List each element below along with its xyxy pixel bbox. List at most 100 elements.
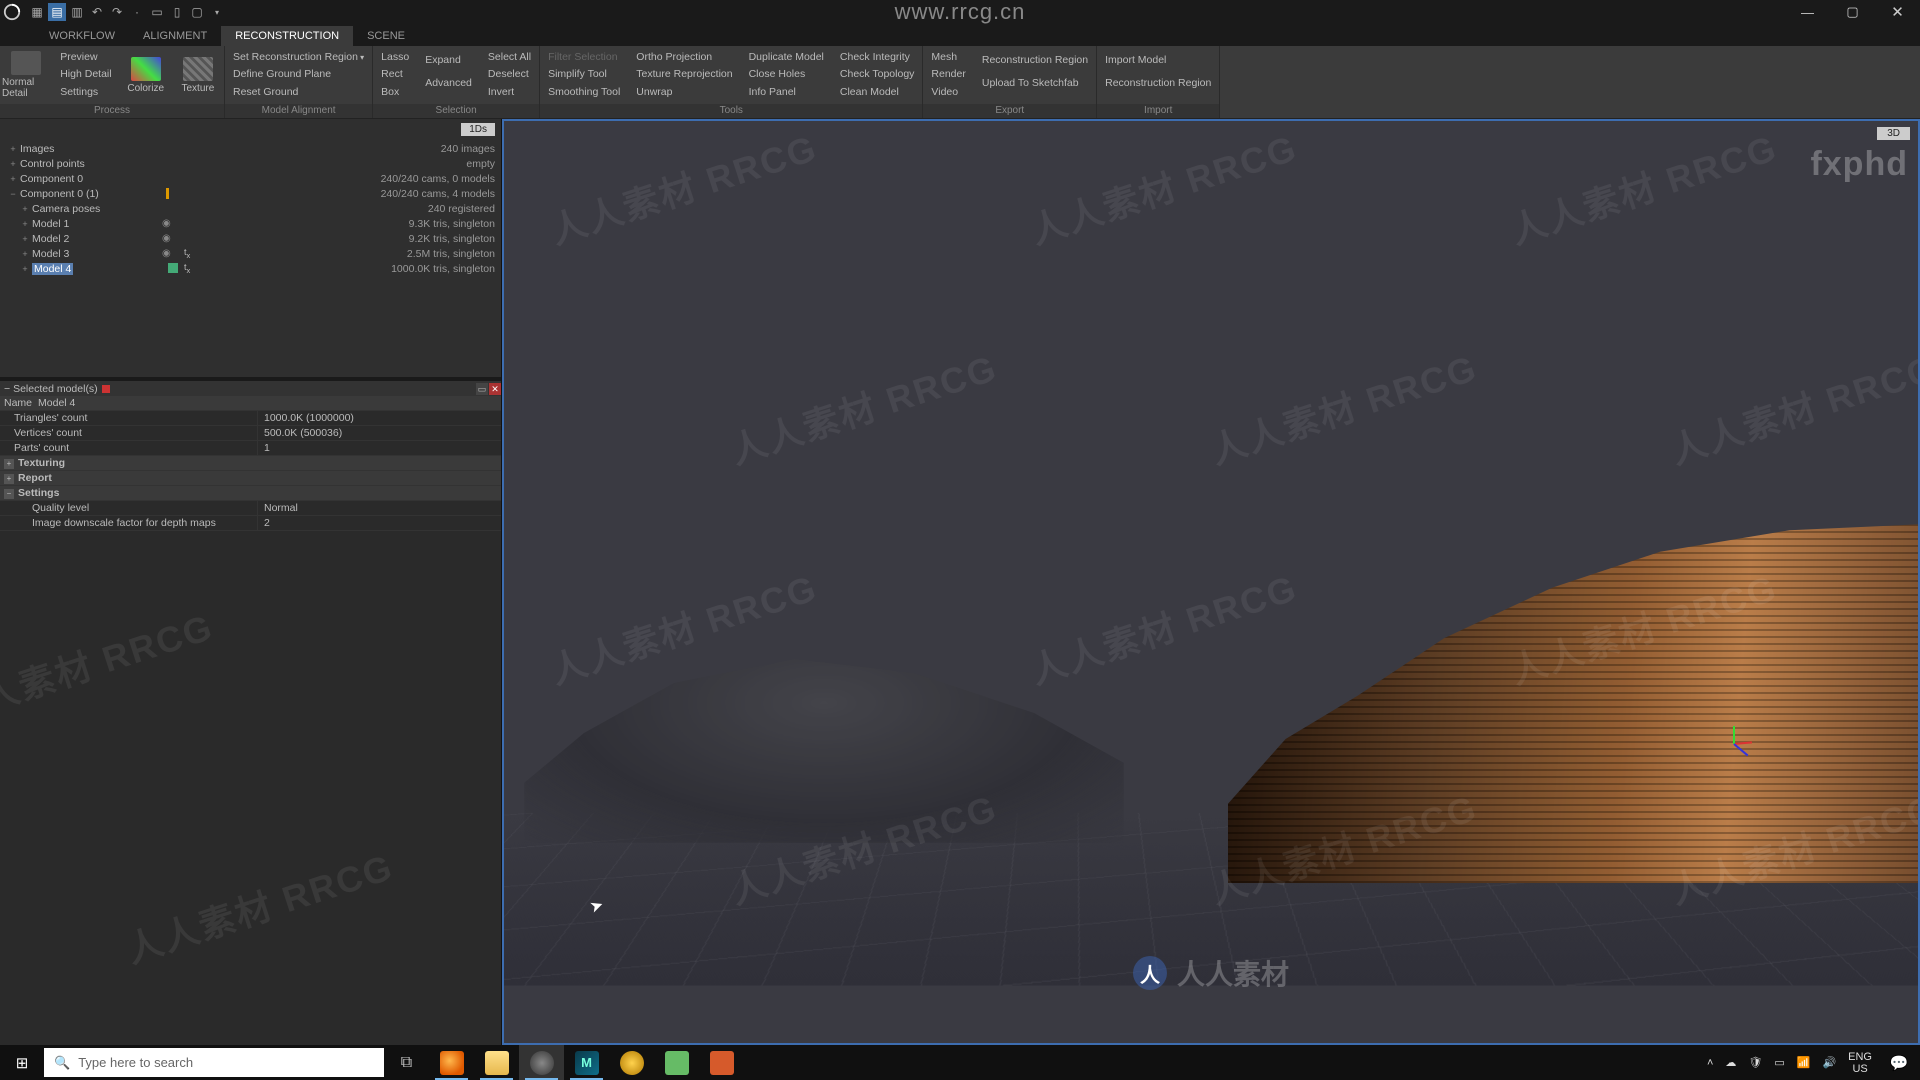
taskbar-firefox[interactable] xyxy=(429,1045,474,1080)
tray-language[interactable]: ENGUS xyxy=(1848,1051,1872,1075)
colorize-button[interactable]: Colorize xyxy=(120,46,172,104)
tray-shield-icon[interactable]: 🛡 xyxy=(1748,1056,1762,1069)
import-model-button[interactable]: Import Model xyxy=(1105,52,1211,69)
smoothing-tool-button[interactable]: Smoothing Tool xyxy=(548,84,620,101)
qat-layout-2[interactable]: ▯ xyxy=(168,3,186,21)
group-import-label: Import xyxy=(1097,104,1219,118)
settings-button[interactable]: Settings xyxy=(60,84,111,101)
qat-btn-2[interactable]: ▤ xyxy=(48,3,66,21)
qat-sep: · xyxy=(128,3,146,21)
export-mesh-button[interactable]: Mesh xyxy=(931,49,965,66)
define-ground-button[interactable]: Define Ground Plane xyxy=(233,66,364,83)
search-box[interactable]: 🔍 Type here to search xyxy=(44,1048,384,1077)
report-section[interactable]: +Report xyxy=(0,471,501,486)
task-view-button[interactable]: ⧉ xyxy=(384,1045,429,1080)
export-video-button[interactable]: Video xyxy=(931,84,965,101)
high-detail-button[interactable]: High Detail xyxy=(60,66,111,83)
eye-icon[interactable]: ◉ xyxy=(162,248,171,259)
check-integrity-button[interactable]: Check Integrity xyxy=(840,49,915,66)
quality-level-row[interactable]: Quality levelNormal xyxy=(0,501,501,516)
taskbar-maya[interactable]: M xyxy=(564,1045,609,1080)
close-button[interactable]: ✕ xyxy=(1875,0,1920,24)
qat-btn-3[interactable]: ▥ xyxy=(68,3,86,21)
info-panel-button[interactable]: Info Panel xyxy=(749,84,824,101)
tree-panel: 1Ds +Images240 images +Control pointsemp… xyxy=(0,119,501,377)
qat-redo-icon[interactable]: ↷ xyxy=(108,3,126,21)
tree-component01[interactable]: −Component 0 (1)240/240 cams, 4 models xyxy=(8,186,495,201)
upload-sketchfab-button[interactable]: Upload To Sketchfab xyxy=(982,75,1088,92)
tray-notifications-icon[interactable]: 💬 xyxy=(1884,1045,1914,1080)
group-tools-label: Tools xyxy=(540,104,922,118)
tree-model4[interactable]: +Model 4tx1000.0K tris, singleton xyxy=(8,261,495,276)
taskbar-app7[interactable] xyxy=(699,1045,744,1080)
settings-section[interactable]: −Settings xyxy=(0,486,501,501)
tab-workflow[interactable]: WORKFLOW xyxy=(35,26,129,46)
export-render-button[interactable]: Render xyxy=(931,66,965,83)
downscale-row[interactable]: Image downscale factor for depth maps2 xyxy=(0,516,501,531)
normal-detail-button[interactable]: Normal Detail xyxy=(0,46,52,104)
system-tray: ˄ ☁ 🛡 ▭ 📶 🔊 ENGUS 💬 xyxy=(1707,1045,1920,1080)
tab-reconstruction[interactable]: RECONSTRUCTION xyxy=(221,26,353,46)
filter-selection-button[interactable]: Filter Selection xyxy=(548,49,620,66)
eye-icon[interactable]: ◉ xyxy=(162,233,171,244)
preview-button[interactable]: Preview xyxy=(60,49,111,66)
texture-button[interactable]: Texture xyxy=(172,46,224,104)
reset-ground-button[interactable]: Reset Ground xyxy=(233,84,364,101)
3d-viewport[interactable]: 3D fxphd ➤ 人人素材 RRCG 人人素材 RRCG 人人素材 RRCG… xyxy=(502,119,1920,1045)
qat-undo-icon[interactable]: ↶ xyxy=(88,3,106,21)
close-holes-button[interactable]: Close Holes xyxy=(749,66,824,83)
rect-button[interactable]: Rect xyxy=(381,66,409,83)
tray-volume-icon[interactable]: 🔊 xyxy=(1822,1056,1836,1069)
qat-layout-3[interactable]: ▢ xyxy=(188,3,206,21)
tray-cloud-icon[interactable]: ☁ xyxy=(1725,1056,1736,1069)
qat-dropdown-icon[interactable]: ▾ xyxy=(208,3,226,21)
properties-header[interactable]: − Selected model(s) ▭✕ xyxy=(0,381,501,396)
tray-chevron-icon[interactable]: ˄ xyxy=(1707,1057,1713,1069)
taskbar-app6[interactable] xyxy=(654,1045,699,1080)
advanced-button[interactable]: Advanced xyxy=(425,75,472,92)
tray-battery-icon[interactable]: ▭ xyxy=(1774,1056,1784,1069)
lasso-button[interactable]: Lasso xyxy=(381,49,409,66)
tree-images[interactable]: +Images240 images xyxy=(8,141,495,156)
set-recon-region-button[interactable]: Set Reconstruction Region xyxy=(233,49,364,66)
check-topology-button[interactable]: Check Topology xyxy=(840,66,915,83)
tree-component0[interactable]: +Component 0240/240 cams, 0 models xyxy=(8,171,495,186)
panel-pin-icon[interactable]: ▭ xyxy=(476,383,488,395)
box-button[interactable]: Box xyxy=(381,84,409,101)
tab-alignment[interactable]: ALIGNMENT xyxy=(129,26,221,46)
tree-control-points[interactable]: +Control pointsempty xyxy=(8,156,495,171)
eye-icon[interactable]: ◉ xyxy=(162,218,171,229)
unwrap-button[interactable]: Unwrap xyxy=(636,84,732,101)
color-swatch-icon xyxy=(102,385,110,393)
ortho-projection-button[interactable]: Ortho Projection xyxy=(636,49,732,66)
taskbar-app5[interactable] xyxy=(609,1045,654,1080)
taskbar-realitycapture[interactable] xyxy=(519,1045,564,1080)
eye-icon[interactable] xyxy=(162,263,178,274)
import-recon-region-button[interactable]: Reconstruction Region xyxy=(1105,75,1211,92)
invert-button[interactable]: Invert xyxy=(488,84,531,101)
panel-close-icon[interactable]: ✕ xyxy=(489,383,501,395)
tab-scene[interactable]: SCENE xyxy=(353,26,419,46)
texturing-section[interactable]: +Texturing xyxy=(0,456,501,471)
maximize-button[interactable]: ▢ xyxy=(1830,0,1875,24)
tree-model3[interactable]: +Model 3◉tx2.5M tris, singleton xyxy=(8,246,495,261)
minimize-button[interactable]: — xyxy=(1785,0,1830,24)
texture-reprojection-button[interactable]: Texture Reprojection xyxy=(636,66,732,83)
clean-model-button[interactable]: Clean Model xyxy=(840,84,915,101)
tray-wifi-icon[interactable]: 📶 xyxy=(1797,1056,1811,1069)
tree-model1[interactable]: +Model 1◉9.3K tris, singleton xyxy=(8,216,495,231)
tree-model2[interactable]: +Model 2◉9.2K tris, singleton xyxy=(8,231,495,246)
tree-camera-poses[interactable]: +Camera poses240 registered xyxy=(8,201,495,216)
simplify-tool-button[interactable]: Simplify Tool xyxy=(548,66,620,83)
qat-btn-1[interactable]: ▦ xyxy=(28,3,46,21)
qat-layout-1[interactable]: ▭ xyxy=(148,3,166,21)
ribbon: Normal Detail Preview High Detail Settin… xyxy=(0,46,1920,119)
expand-button[interactable]: Expand xyxy=(425,52,472,69)
export-recon-region-button[interactable]: Reconstruction Region xyxy=(982,52,1088,69)
taskbar-explorer[interactable] xyxy=(474,1045,519,1080)
start-button[interactable]: ⊞ xyxy=(0,1045,44,1080)
duplicate-model-button[interactable]: Duplicate Model xyxy=(749,49,824,66)
select-all-button[interactable]: Select All xyxy=(488,49,531,66)
tree-view-tag[interactable]: 1Ds xyxy=(461,123,495,136)
deselect-button[interactable]: Deselect xyxy=(488,66,531,83)
